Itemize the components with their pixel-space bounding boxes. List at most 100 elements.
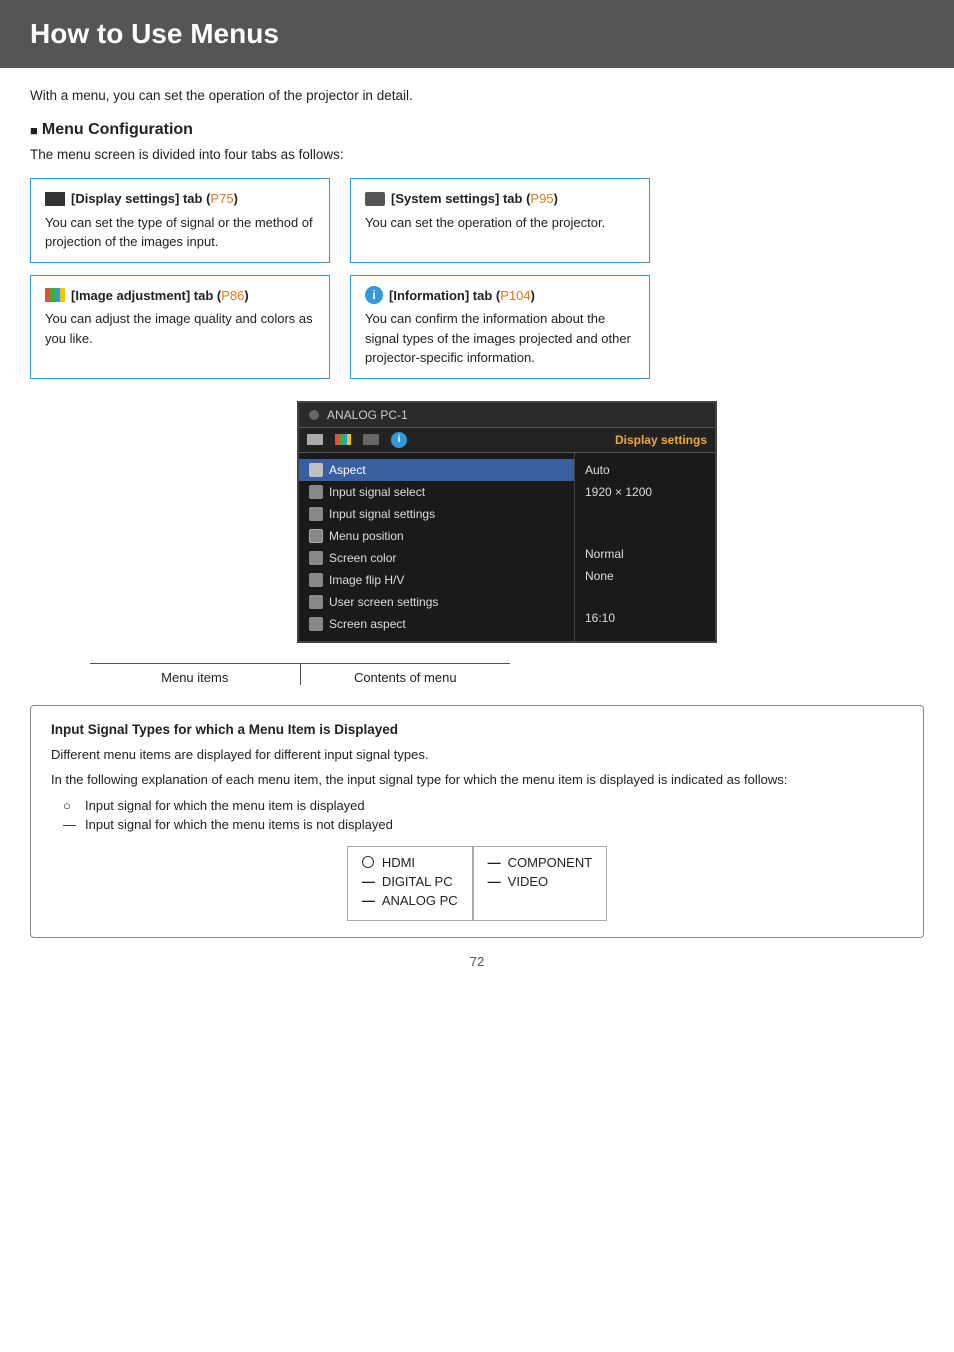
tab-display-title: [Display settings] tab (P75) [45, 189, 315, 209]
menu-right: Auto 1920 × 1200 Normal None 16:10 [575, 453, 715, 641]
menu-value-us [585, 587, 705, 607]
tab-image-desc: You can adjust the image quality and col… [45, 309, 315, 348]
tab-display-desc: You can set the type of signal or the me… [45, 213, 315, 252]
tab-display-link[interactable]: P75 [210, 191, 233, 206]
signal-label-video: VIDEO [508, 874, 548, 889]
signal-row-component: — COMPONENT [488, 855, 593, 870]
menu-value-isr: 1920 × 1200 [585, 481, 705, 503]
menu-value-if: None [585, 565, 705, 587]
menu-item-aspect: Aspect [299, 459, 574, 481]
signal-label-hdmi: HDMI [382, 855, 415, 870]
signal-dash-video: — [488, 874, 500, 889]
section-title: Menu Configuration [30, 121, 924, 139]
tab-info-title: i [Information] tab (P104) [365, 286, 635, 306]
info-box-line2: In the following explanation of each men… [51, 770, 903, 790]
tab-info-label: [Information] tab (P104) [389, 286, 535, 306]
menu-value-mp [585, 523, 705, 543]
menu-item-label-mp: Menu position [329, 529, 404, 543]
annotation-box: Menu items Contents of menu [90, 663, 510, 685]
signal-diagram: HDMI — DIGITAL PC — ANALOG PC — COMPONEN… [51, 846, 903, 921]
signal-row-hdmi: HDMI [362, 855, 458, 870]
menu-item-icon-if [309, 573, 323, 587]
menu-value-iss [585, 503, 705, 523]
menu-item-icon-sa [309, 617, 323, 631]
image-icon [45, 288, 65, 302]
signal-label-analogpc: ANALOG PC [382, 893, 458, 908]
bullet-circle: ○ [63, 798, 77, 813]
menu-item-screen-color: Screen color [299, 547, 574, 569]
tab-box-image: [Image adjustment] tab (P86) You can adj… [30, 275, 330, 379]
menu-mockup: ANALOG PC-1 i Display settings Aspect [297, 401, 717, 643]
signal-row-analogpc: — ANALOG PC [362, 893, 458, 908]
display-icon [45, 192, 65, 206]
tab-info-link[interactable]: P104 [500, 288, 530, 303]
system-icon [365, 192, 385, 206]
tab-image-link[interactable]: P86 [221, 288, 244, 303]
menu-tab-icon-info: i [391, 432, 407, 448]
info-list-item-dash: — Input signal for which the menu items … [63, 817, 903, 832]
page-body: With a menu, you can set the operation o… [0, 88, 954, 999]
tabs-row-bottom: [Image adjustment] tab (P86) You can adj… [30, 275, 924, 379]
menu-value-sa: 16:10 [585, 607, 705, 629]
info-box-title: Input Signal Types for which a Menu Item… [51, 722, 903, 737]
menu-item-menu-position: Menu position [299, 525, 574, 547]
tab-image-title: [Image adjustment] tab (P86) [45, 286, 315, 306]
menu-item-label-aspect: Aspect [329, 463, 366, 477]
menu-item-icon-mp [309, 529, 323, 543]
tab-box-system: [System settings] tab (P95) You can set … [350, 178, 650, 263]
menu-header-dot [309, 410, 319, 420]
menu-item-label-if: Image flip H/V [329, 573, 404, 587]
menu-tab-icon-display [307, 434, 323, 445]
menu-header: ANALOG PC-1 [299, 403, 715, 428]
menu-config-desc: The menu screen is divided into four tab… [30, 147, 924, 162]
info-icon: i [365, 286, 383, 304]
annotation-contents-of-menu: Contents of menu [301, 663, 511, 685]
menu-item-icon-sc [309, 551, 323, 565]
signal-dash-analogpc: — [362, 893, 374, 908]
tab-display-label: [Display settings] tab (P75) [71, 189, 238, 209]
bullet-dash: — [63, 817, 77, 832]
signal-label-digitalpc: DIGITAL PC [382, 874, 453, 889]
page-number: 72 [30, 954, 924, 969]
menu-item-label-iss2: Input signal settings [329, 507, 435, 521]
tab-system-link[interactable]: P95 [530, 191, 553, 206]
info-list: ○ Input signal for which the menu item i… [63, 798, 903, 832]
menu-tabs-bar: i Display settings [299, 428, 715, 453]
menu-items-area: Aspect Input signal select Input signal … [299, 453, 715, 641]
menu-item-icon-aspect [309, 463, 323, 477]
info-list-item-circle: ○ Input signal for which the menu item i… [63, 798, 903, 813]
info-list-text-dash: Input signal for which the menu items is… [85, 817, 393, 832]
signal-label-component: COMPONENT [508, 855, 593, 870]
menu-mockup-container: ANALOG PC-1 i Display settings Aspect [90, 401, 924, 643]
signal-row-video: — VIDEO [488, 874, 593, 889]
tab-box-info: i [Information] tab (P104) You can confi… [350, 275, 650, 379]
menu-tab-icon-system [363, 434, 379, 445]
intro-text: With a menu, you can set the operation o… [30, 88, 924, 103]
menu-item-user-screen: User screen settings [299, 591, 574, 613]
tabs-row-top: [Display settings] tab (P75) You can set… [30, 178, 924, 263]
signal-col-left: HDMI — DIGITAL PC — ANALOG PC [347, 846, 473, 921]
annotation-row: Menu items Contents of menu [90, 663, 510, 685]
info-list-text-circle: Input signal for which the menu item is … [85, 798, 365, 813]
tab-image-label: [Image adjustment] tab (P86) [71, 286, 249, 306]
signal-dash-digitalpc: — [362, 874, 374, 889]
page-title: How to Use Menus [30, 18, 924, 50]
menu-item-icon-us [309, 595, 323, 609]
signal-circle-hdmi [362, 856, 374, 868]
signal-dash-component: — [488, 855, 500, 870]
menu-value-aspect: Auto [585, 459, 705, 481]
tab-system-desc: You can set the operation of the project… [365, 213, 635, 233]
menu-item-icon-iss [309, 485, 323, 499]
info-box-line1: Different menu items are displayed for d… [51, 745, 903, 765]
tab-box-display: [Display settings] tab (P75) You can set… [30, 178, 330, 263]
menu-active-section: Display settings [615, 433, 707, 447]
info-box: Input Signal Types for which a Menu Item… [30, 705, 924, 938]
tabs-diagram: [Display settings] tab (P75) You can set… [30, 178, 924, 391]
tab-system-title: [System settings] tab (P95) [365, 189, 635, 209]
menu-item-input-signal-settings: Input signal settings [299, 503, 574, 525]
menu-item-label-sa: Screen aspect [329, 617, 406, 631]
menu-value-sc: Normal [585, 543, 705, 565]
signal-col-right: — COMPONENT — VIDEO [473, 846, 608, 921]
menu-item-label-sc: Screen color [329, 551, 396, 565]
menu-item-label-us: User screen settings [329, 595, 438, 609]
